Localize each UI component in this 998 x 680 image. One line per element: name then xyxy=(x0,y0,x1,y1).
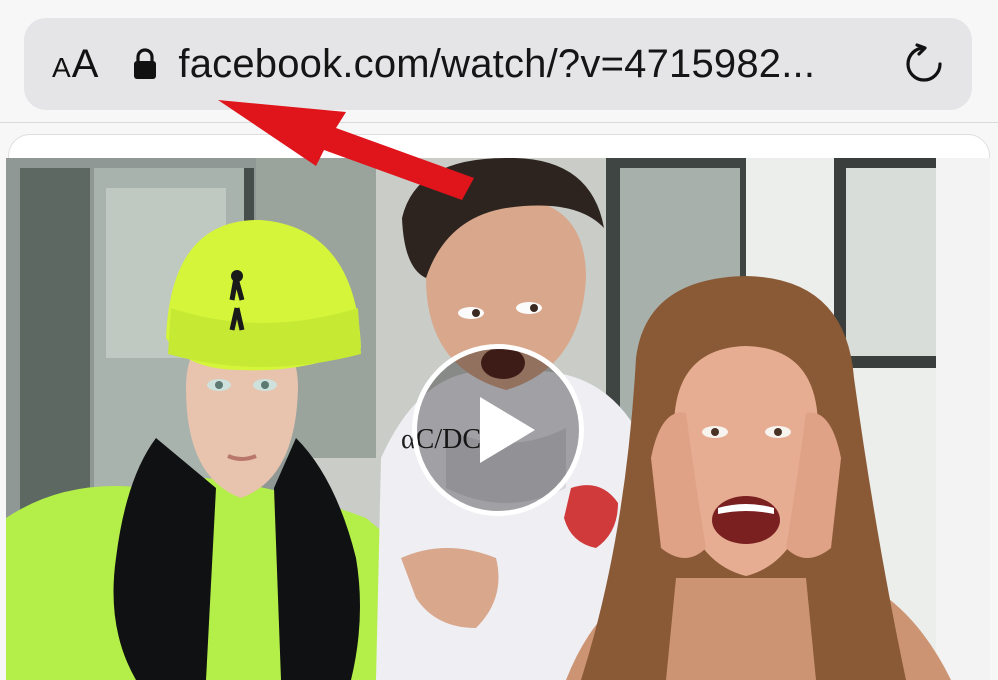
address-bar[interactable]: A A facebook.com/watch/?v=4715982... xyxy=(24,18,972,110)
play-icon xyxy=(480,397,535,463)
play-button[interactable] xyxy=(412,344,584,516)
reader-view-button[interactable]: A A xyxy=(52,42,98,87)
toolbar-divider xyxy=(0,122,998,123)
lock-icon xyxy=(132,47,158,81)
url-text[interactable]: facebook.com/watch/?v=4715982... xyxy=(178,42,902,87)
browser-page: A A facebook.com/watch/?v=4715982... αC/… xyxy=(0,0,998,680)
reader-large-letter: A xyxy=(71,41,99,86)
reader-small-letter: A xyxy=(52,51,71,83)
reload-icon[interactable] xyxy=(902,42,946,86)
video-player[interactable]: αC/DC xyxy=(6,158,990,680)
